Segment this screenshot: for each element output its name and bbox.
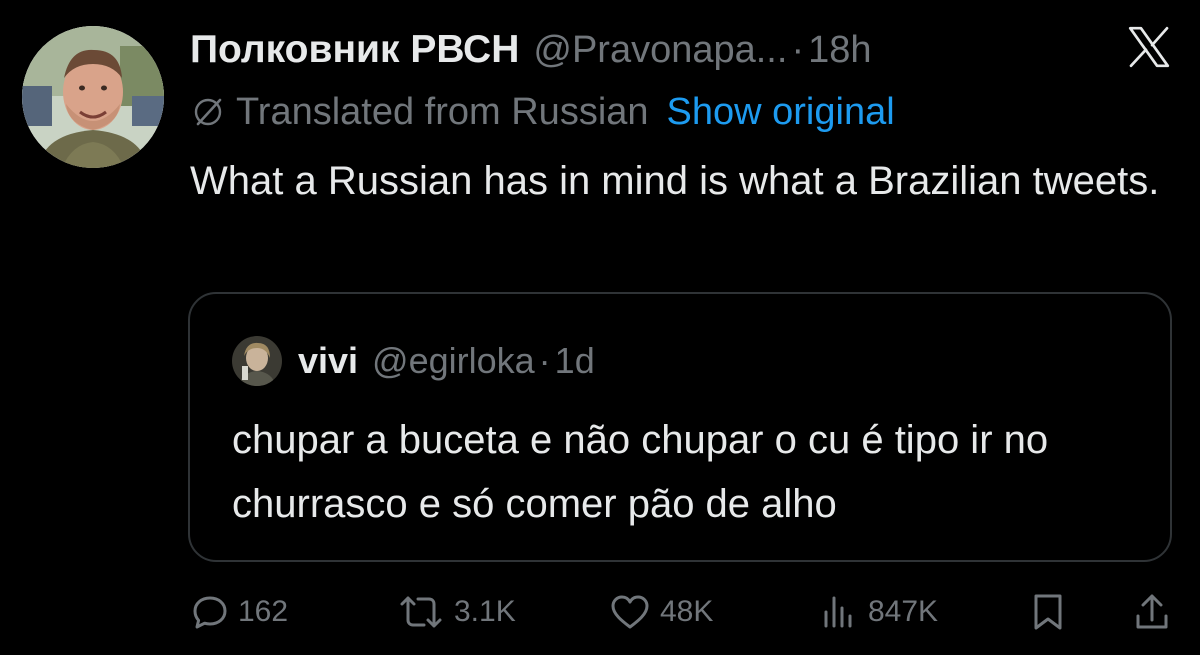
quoted-author-avatar[interactable] (232, 336, 282, 386)
share-button[interactable] (1132, 584, 1172, 640)
views-count: 847K (868, 595, 939, 628)
author-display-name[interactable]: Полковник РВСН (190, 28, 519, 72)
globe-slash-icon (194, 98, 222, 126)
quoted-tweet-card[interactable]: vivi @egirloka · 1d chupar a buceta e nã… (188, 292, 1172, 562)
quoted-author-handle[interactable]: @egirloka (372, 340, 535, 382)
quoted-tweet-text: chupar a buceta e não chupar o cu é tipo… (232, 418, 1049, 526)
like-count: 48K (660, 595, 714, 628)
tweet-header: Полковник РВСН @Pravonapa... · 18h (190, 24, 872, 76)
views-icon (824, 596, 852, 628)
views-button[interactable]: 847K (820, 584, 938, 640)
quoted-header-separator: · (538, 340, 551, 381)
quoted-tweet-timestamp[interactable]: 1d (555, 340, 595, 382)
reply-icon (193, 596, 227, 629)
bookmark-icon (1034, 594, 1062, 630)
show-original-link[interactable]: Show original (667, 91, 895, 134)
author-handle[interactable]: @Pravonapa... (533, 29, 787, 72)
reply-count: 162 (238, 595, 289, 628)
repost-button[interactable]: 3.1K (396, 584, 516, 640)
header-separator: · (791, 28, 805, 71)
author-avatar[interactable] (22, 26, 164, 168)
quoted-tweet-header: vivi @egirloka · 1d (298, 336, 595, 386)
tweet-text: What a Russian has in mind is what a Bra… (190, 159, 1160, 203)
x-logo-icon (1128, 26, 1170, 68)
quoted-author-display-name[interactable]: vivi (298, 340, 358, 382)
translation-notice: Translated from Russian Show original (190, 86, 895, 138)
share-icon (1136, 594, 1168, 629)
author-avatar-image (22, 26, 164, 168)
tweet-action-bar: 162 3.1K 48K 847K (190, 584, 1180, 640)
translated-label: Translated from Russian (236, 90, 649, 133)
tweet-timestamp[interactable]: 18h (808, 29, 871, 72)
repost-icon (400, 596, 442, 628)
like-button[interactable]: 48K (608, 584, 713, 640)
heart-icon (611, 595, 649, 629)
quoted-author-avatar-image (232, 336, 282, 386)
repost-count: 3.1K (454, 595, 516, 628)
reply-button[interactable]: 162 (190, 584, 288, 640)
bookmark-button[interactable] (1028, 584, 1068, 640)
